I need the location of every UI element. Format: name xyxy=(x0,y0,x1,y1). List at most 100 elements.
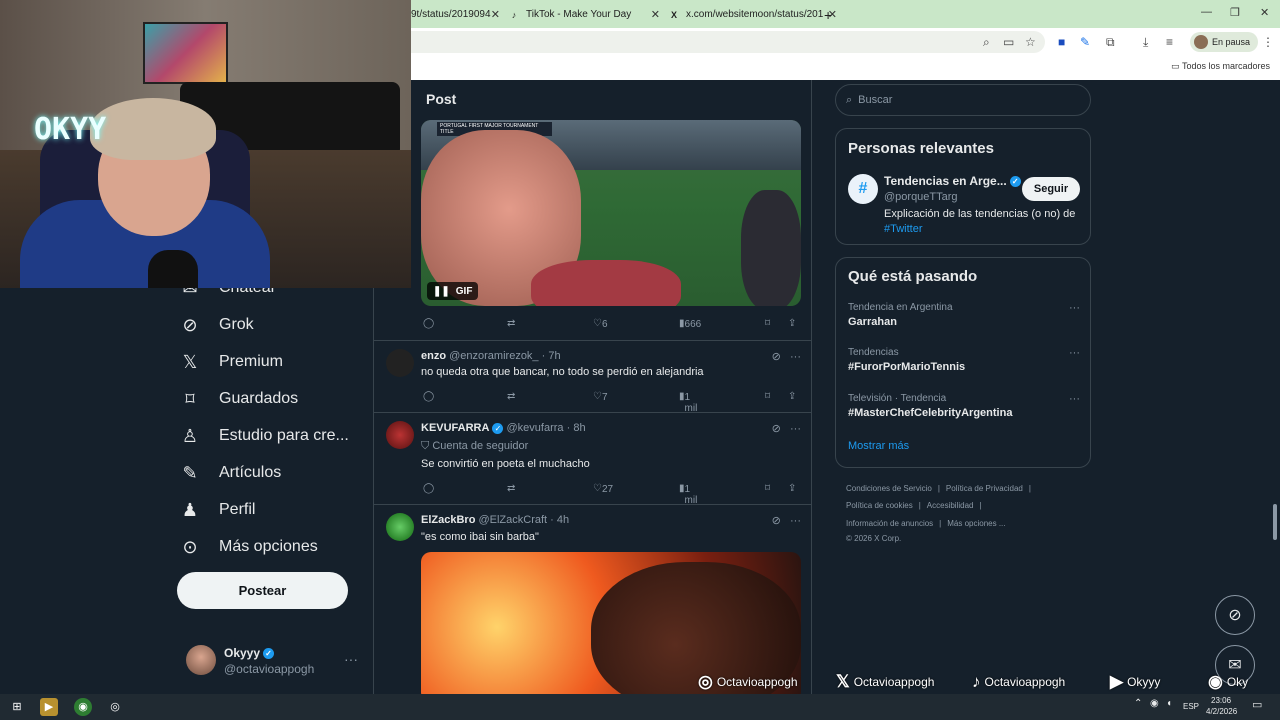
views-button[interactable]: ▮ 1 mil xyxy=(679,483,697,506)
more-icon[interactable]: ··· xyxy=(790,423,801,435)
bookmark-icon[interactable]: ⌑ xyxy=(765,318,770,329)
chrome-icon[interactable]: ◉ xyxy=(74,698,92,716)
follow-button[interactable]: Seguir xyxy=(1022,177,1080,201)
bookmark-icon[interactable]: ⌑ xyxy=(765,391,770,402)
more-icon[interactable]: ··· xyxy=(790,515,801,527)
reply-icon[interactable]: ◯ xyxy=(423,391,434,402)
repost-icon[interactable]: ⇄ xyxy=(507,483,515,494)
post-button[interactable]: Postear xyxy=(177,572,348,609)
more-icon[interactable]: ··· xyxy=(1069,393,1080,405)
show-more-link[interactable]: Mostrar más xyxy=(848,440,909,452)
bio-hashtag-link[interactable]: #Twitter xyxy=(884,223,923,235)
share-icon[interactable]: ⇪ xyxy=(788,318,796,329)
account-switcher[interactable]: Okyyy ✓ @octavioappogh ··· xyxy=(186,645,366,677)
tweet-time: · 4h xyxy=(550,514,570,526)
more-icon[interactable]: ··· xyxy=(790,351,801,363)
page-scrollbar[interactable] xyxy=(1273,504,1277,540)
footer-link[interactable]: Política de cookies xyxy=(846,501,913,510)
views-button[interactable]: ▮ 1 mil xyxy=(679,391,697,414)
footer-link[interactable]: Información de anuncios xyxy=(846,519,933,528)
grok-fab[interactable]: ⊘ xyxy=(1215,595,1255,635)
nav-item-more[interactable]: ⊙ Más opciones xyxy=(175,529,317,565)
footer-link[interactable]: Más opciones ... xyxy=(947,519,1005,528)
like-button[interactable]: ♡ 6 xyxy=(593,318,608,330)
nav-item-creator-studio[interactable]: ♙ Estudio para cre... xyxy=(175,418,349,454)
media-player-icon[interactable]: ▶ xyxy=(40,698,58,716)
more-icon[interactable]: ··· xyxy=(1069,347,1080,359)
cast-icon[interactable]: ▭ xyxy=(1003,35,1014,49)
obs-icon[interactable]: ◎ xyxy=(106,698,124,716)
media-icon[interactable]: ≡ xyxy=(1166,35,1173,49)
volume-icon[interactable]: ◖ xyxy=(1166,698,1172,709)
menu-icon[interactable]: ⋮ xyxy=(1262,35,1274,49)
grok-icon[interactable]: ⊘ xyxy=(772,423,781,435)
clock-time[interactable]: 23:06 xyxy=(1211,696,1231,705)
puzzle-icon[interactable]: ⧉ xyxy=(1106,35,1115,50)
share-icon[interactable]: ⇪ xyxy=(788,391,796,402)
clock-date[interactable]: 4/2/2026 xyxy=(1206,707,1237,716)
reply-icon[interactable]: ◯ xyxy=(423,483,434,494)
like-button[interactable]: ♡ 7 xyxy=(593,391,608,403)
trend-context: Tendencia en Argentina xyxy=(848,302,953,313)
omnibox[interactable] xyxy=(400,31,1045,53)
grok-icon[interactable]: ⊘ xyxy=(772,515,781,527)
nav-item-profile[interactable]: ♟ Perfil xyxy=(175,492,256,528)
flask-icon: ♙ xyxy=(181,425,199,446)
nav-item-premium[interactable]: 𝕏 Premium xyxy=(175,344,283,380)
screen: 9t/status/2019094 ✕ ♪ TikTok - Make Your… xyxy=(0,0,1280,720)
notification-icon[interactable]: ▭ xyxy=(1252,698,1262,711)
like-button[interactable]: ♡ 27 xyxy=(593,483,613,495)
account-more-icon[interactable]: ··· xyxy=(344,651,358,667)
close-tab-icon[interactable]: ✕ xyxy=(651,8,660,21)
tab-tiktok[interactable]: ♪ TikTok - Make Your Day ✕ xyxy=(508,3,660,26)
footer-link[interactable]: Accesibilidad xyxy=(927,501,974,510)
share-icon[interactable]: ⇪ xyxy=(788,483,796,494)
all-bookmarks-button[interactable]: ▭ Todos los marcadores xyxy=(1171,61,1270,72)
zoom-icon[interactable]: ⌕ xyxy=(983,35,990,50)
nav-item-bookmarks[interactable]: ⌑ Guardados xyxy=(175,381,298,417)
neon-sign: OKYY xyxy=(34,112,107,147)
more-icon[interactable]: ··· xyxy=(1069,302,1080,314)
extension-icon[interactable]: ✎ xyxy=(1080,35,1090,49)
search-input[interactable]: ⌕ Buscar xyxy=(835,84,1091,116)
profile-paused-button[interactable]: En pausa xyxy=(1190,32,1259,52)
repost-icon[interactable]: ⇄ xyxy=(507,391,515,402)
star-icon[interactable]: ☆ xyxy=(1025,35,1036,49)
close-tab-icon[interactable]: ✕ xyxy=(491,8,500,21)
footer-separator: | xyxy=(979,501,982,510)
trend-item[interactable]: Televisión · Tendencia #MasterChefCelebr… xyxy=(848,393,1080,419)
grok-icon[interactable]: ⊘ xyxy=(772,351,781,363)
windows-start-icon[interactable]: ⊞ xyxy=(8,698,26,716)
tweet-text: Se convirtió en poeta el muchacho xyxy=(421,458,590,470)
relevant-account-name[interactable]: Tendencias en Arge... ✓ xyxy=(884,174,1021,188)
download-icon[interactable]: ⤓ xyxy=(1143,35,1148,50)
reply-icon[interactable]: ◯ xyxy=(423,318,434,329)
restore-icon[interactable]: ❐ xyxy=(1230,6,1240,19)
minimize-icon[interactable]: — xyxy=(1201,6,1212,18)
tray-app-icon[interactable]: ◉ xyxy=(1150,698,1159,709)
tab-x-websitemoon[interactable]: X x.com/websitemoon/status/201 ✕ xyxy=(668,3,837,26)
trend-item[interactable]: Tendencias #FurorPorMarioTennis ··· xyxy=(848,347,1080,373)
trend-item[interactable]: Tendencia en Argentina Garrahan ··· xyxy=(848,302,1080,328)
nav-item-articles[interactable]: ✎ Artículos xyxy=(175,455,281,491)
tab-x-status[interactable]: 9t/status/2019094 ✕ xyxy=(411,3,500,26)
repost-icon[interactable]: ⇄ xyxy=(507,318,515,329)
reply-tweet[interactable]: KEVUFARRA ✓ @kevufarra · 8h ⊘ ··· ⛉ Cuent… xyxy=(374,412,811,506)
bookmark-icon[interactable]: ⌑ xyxy=(765,483,770,494)
views-button[interactable]: ▮ 666 xyxy=(679,318,701,330)
reply-tweet[interactable]: enzo @enzoramirezok_ · 7h ⊘ ··· no queda… xyxy=(374,340,811,414)
new-tab-label: + xyxy=(824,6,833,23)
nav-label: Premium xyxy=(219,353,284,370)
nav-item-grok[interactable]: ⊘ Grok xyxy=(175,307,253,343)
tray-chevron-icon[interactable]: ⌃ xyxy=(1134,698,1142,709)
extension-icon[interactable]: ■ xyxy=(1058,35,1065,49)
footer-link[interactable]: Condiciones de Servicio xyxy=(846,484,932,493)
post-gif[interactable]: PORTUGAL FIRST MAJOR TOURNAMENT TITLE ❚❚… xyxy=(421,120,801,306)
new-tab-button[interactable]: + xyxy=(824,3,836,26)
shield-icon: ⛉ xyxy=(421,440,430,452)
footer-link[interactable]: Política de Privacidad xyxy=(946,484,1023,493)
language-indicator[interactable]: ESP xyxy=(1183,702,1199,711)
close-window-icon[interactable]: ✕ xyxy=(1260,6,1269,19)
overlay-x: 𝕏 Octavioappogh xyxy=(836,672,934,692)
gif-badge[interactable]: ❚❚ GIF xyxy=(427,282,479,300)
